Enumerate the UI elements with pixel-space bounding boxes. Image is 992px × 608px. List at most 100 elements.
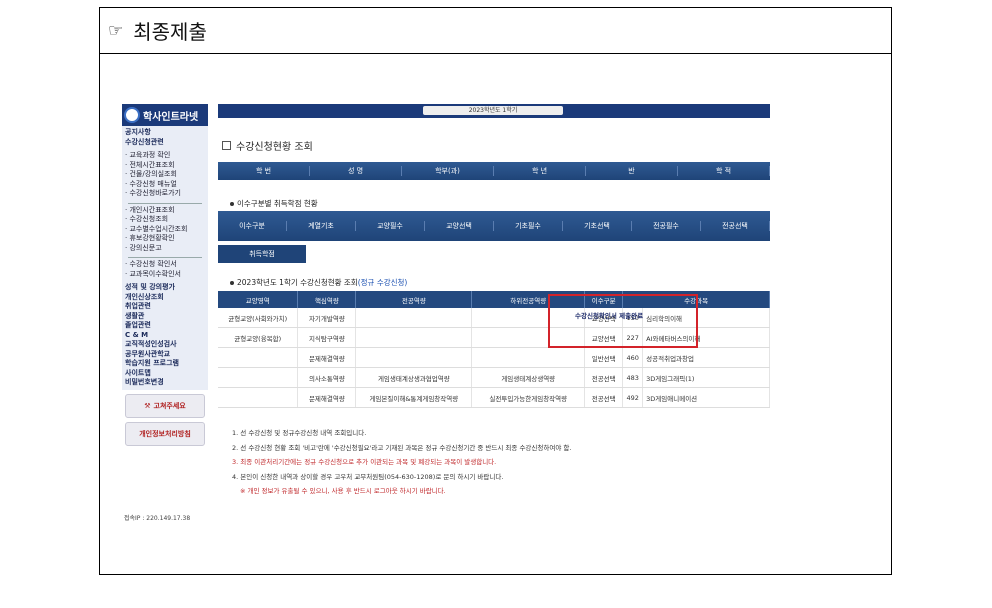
sidebar-divider — [128, 199, 202, 204]
column-header: 학 적 — [678, 166, 770, 176]
page-title: 수강신청현황 조회 — [222, 138, 313, 153]
frame-header: ☞ 최종제출 — [100, 8, 891, 54]
sidebar-logo: 학사인트라넷 — [122, 104, 208, 126]
sidebar-item-notice[interactable]: 공지사항 — [125, 128, 205, 138]
sidebar-item[interactable]: · 수강신청조회 — [125, 215, 205, 225]
privacy-policy-button[interactable]: 개인정보처리방침 — [125, 421, 205, 446]
sidebar-item-registration[interactable]: 수강신청관련 — [125, 138, 205, 148]
table-cell: 의사소통역량 — [297, 367, 357, 388]
sidebar-item[interactable]: · 수강신청 매뉴얼 — [125, 180, 205, 190]
column-header: 기초필수 — [494, 221, 563, 231]
table-row: 의사소통역량 게임생태계상생과협업역량 게임생태계상생역량 전공선택 483 3… — [218, 367, 770, 388]
submission-complete-highlight — [548, 294, 698, 348]
credits-caption-text: 이수구분별 취득학점 현황 — [237, 199, 318, 208]
table-cell: 실전투입가능한게임창작역량 — [471, 387, 586, 408]
table-row: 문제해결역량 게임본질이해&통계게임창작역량 실전투입가능한게임창작역량 전공선… — [218, 387, 770, 408]
column-header: 학 년 — [494, 166, 586, 176]
courses-caption-tag: (정규 수강신청) — [357, 278, 408, 287]
courses-caption-text: 2023학년도 1학기 수강신청현황 조회 — [237, 278, 358, 287]
pointing-hand-icon: ☞ — [108, 20, 124, 41]
table-cell: 균형교양(융복합) — [218, 327, 299, 348]
sidebar-item[interactable]: 개인신상조회 — [125, 293, 205, 303]
sidebar-item[interactable]: · 교수별수업시간조회 — [125, 225, 205, 235]
sidebar-item[interactable]: 취업관련 — [125, 302, 205, 312]
courses-caption: 2023학년도 1학기 수강신청현황 조회(정규 수강신청) — [230, 277, 407, 288]
sidebar-group-4: 성적 및 강의평가 개인신상조회 취업관련 생활관 졸업관련 C & M 교직적… — [122, 281, 208, 390]
column-header: 반 — [586, 166, 678, 176]
column-header: 전공선택 — [701, 221, 770, 231]
bullet-icon — [230, 202, 234, 206]
column-header: 기초선택 — [563, 221, 632, 231]
table-cell: 문제해결역량 — [297, 387, 357, 408]
sidebar-item[interactable]: 비밀번호변경 — [125, 378, 205, 388]
column-header: 핵심역량 — [297, 291, 357, 308]
frame-title: 최종제출 — [133, 20, 207, 44]
sidebar-item[interactable]: · 전체시간표조회 — [125, 161, 205, 171]
sidebar-item[interactable]: 공무원사관학교 — [125, 350, 205, 360]
sidebar-item[interactable]: 학습지원 프로그램 — [125, 359, 205, 369]
notice-item: 1. 선 수강신청 및 정규수강신청 내역 조회입니다. — [232, 429, 367, 437]
table-cell: 지식탐구역량 — [297, 327, 357, 348]
table-cell: 문제해결역량 — [297, 347, 357, 368]
sidebar-item[interactable]: · 휴보강현황확인 — [125, 234, 205, 244]
top-bar: 2023학년도 1학기 — [218, 104, 770, 118]
square-bullet-icon — [222, 141, 231, 150]
sidebar-item[interactable]: 졸업관련 — [125, 321, 205, 331]
bullet-icon — [230, 281, 234, 285]
table-cell — [355, 308, 473, 328]
sidebar-item[interactable]: · 교과목이수확인서 — [125, 270, 205, 280]
page-title-text: 수강신청현황 조회 — [236, 142, 313, 153]
credits-caption: 이수구분별 취득학점 현황 — [230, 198, 318, 209]
column-header: 학 번 — [218, 166, 310, 176]
table-cell — [218, 347, 299, 368]
sidebar-item[interactable]: · 교육과정 확인 — [125, 151, 205, 161]
table-cell: 게임본질이해&통계게임창작역량 — [355, 387, 473, 408]
sidebar-item[interactable]: 성적 및 강의평가 — [125, 283, 205, 293]
table-cell: 균형교양(사회와가치) — [218, 308, 299, 328]
sidebar: 학사인트라넷 공지사항 수강신청관련 · 교육과정 확인 · 전체시간표조회 ·… — [122, 104, 208, 522]
sidebar-group-1: · 교육과정 확인 · 전체시간표조회 · 건물/강의실조회 · 수강신청 매뉴… — [122, 149, 208, 281]
help-button[interactable]: ⚒ 고쳐주세요 — [125, 393, 205, 418]
sidebar-logo-text: 학사인트라넷 — [143, 111, 199, 123]
table-cell: 게임생태계상생역량 — [471, 367, 586, 388]
sidebar-item[interactable]: 생활관 — [125, 312, 205, 322]
table-cell: 자기개발역량 — [297, 308, 357, 328]
sidebar-item[interactable]: 사이트맵 — [125, 369, 205, 379]
login-ip: 접속IP : 220.149.17.38 — [124, 515, 191, 522]
table-cell — [218, 387, 299, 408]
sidebar-top-block: 공지사항 수강신청관련 — [122, 126, 208, 149]
table-cell: 전공선택 — [584, 367, 624, 388]
notice-list: 1. 선 수강신청 및 정규수강신청 내역 조회입니다. 2. 선 수강신청 현… — [232, 426, 571, 499]
table-cell: 483 — [622, 367, 644, 388]
notice-item: 2. 선 수강신청 현황 조회 '비고'란에 '수강신청필요'라고 기재된 과목… — [232, 443, 572, 452]
sidebar-divider — [128, 253, 202, 258]
submission-complete-message: 수강신청확인서 제출완료 — [575, 312, 644, 320]
table-cell — [355, 347, 473, 368]
table-cell: 전공선택 — [584, 387, 624, 408]
privacy-warning: ※ 개인 정보가 유출될 수 있으니, 사용 후 반드시 로그아웃 하시기 바랍… — [240, 487, 446, 495]
sidebar-item[interactable]: · 강의신문고 — [125, 244, 205, 254]
sidebar-item[interactable]: C & M — [125, 331, 205, 341]
document-frame: ☞ 최종제출 학사인트라넷 공지사항 수강신청관련 · 교육과정 확인 · 전체… — [99, 7, 892, 575]
sidebar-item[interactable]: · 수강신청 확인서 — [125, 260, 205, 270]
column-header: 교양필수 — [356, 221, 425, 231]
student-info-header: 학 번 성 명 학부(과) 학 년 반 학 적 — [218, 162, 770, 180]
sidebar-item[interactable]: · 수강신청바로가기 — [125, 189, 205, 199]
table-cell: 3D게임애니메이션 — [642, 387, 770, 408]
tools-icon: ⚒ — [144, 401, 151, 410]
table-cell: 성공적취업과창업 — [642, 347, 770, 368]
table-row: 문제해결역량 일반선택 460 성공적취업과창업 — [218, 347, 770, 368]
column-header: 전공역량 — [355, 291, 473, 308]
column-header: 전공필수 — [632, 221, 701, 231]
table-cell — [355, 327, 473, 348]
credits-row-label: 취득학점 — [218, 245, 306, 263]
notice-item: 3. 최종 이관처리기간에는 정규 수강신청으로 추가 이관되는 과목 및 폐강… — [232, 458, 497, 466]
sidebar-item[interactable]: · 개인시간표조회 — [125, 206, 205, 216]
semester-select[interactable]: 2023학년도 1학기 — [423, 106, 563, 115]
sidebar-item[interactable]: 교직적성인성검사 — [125, 340, 205, 350]
column-header: 학부(과) — [402, 166, 494, 176]
table-cell: 게임생태계상생과협업역량 — [355, 367, 473, 388]
column-header: 교양영역 — [218, 291, 299, 308]
privacy-button-label: 개인정보처리방침 — [139, 429, 191, 438]
sidebar-item[interactable]: · 건물/강의실조회 — [125, 170, 205, 180]
